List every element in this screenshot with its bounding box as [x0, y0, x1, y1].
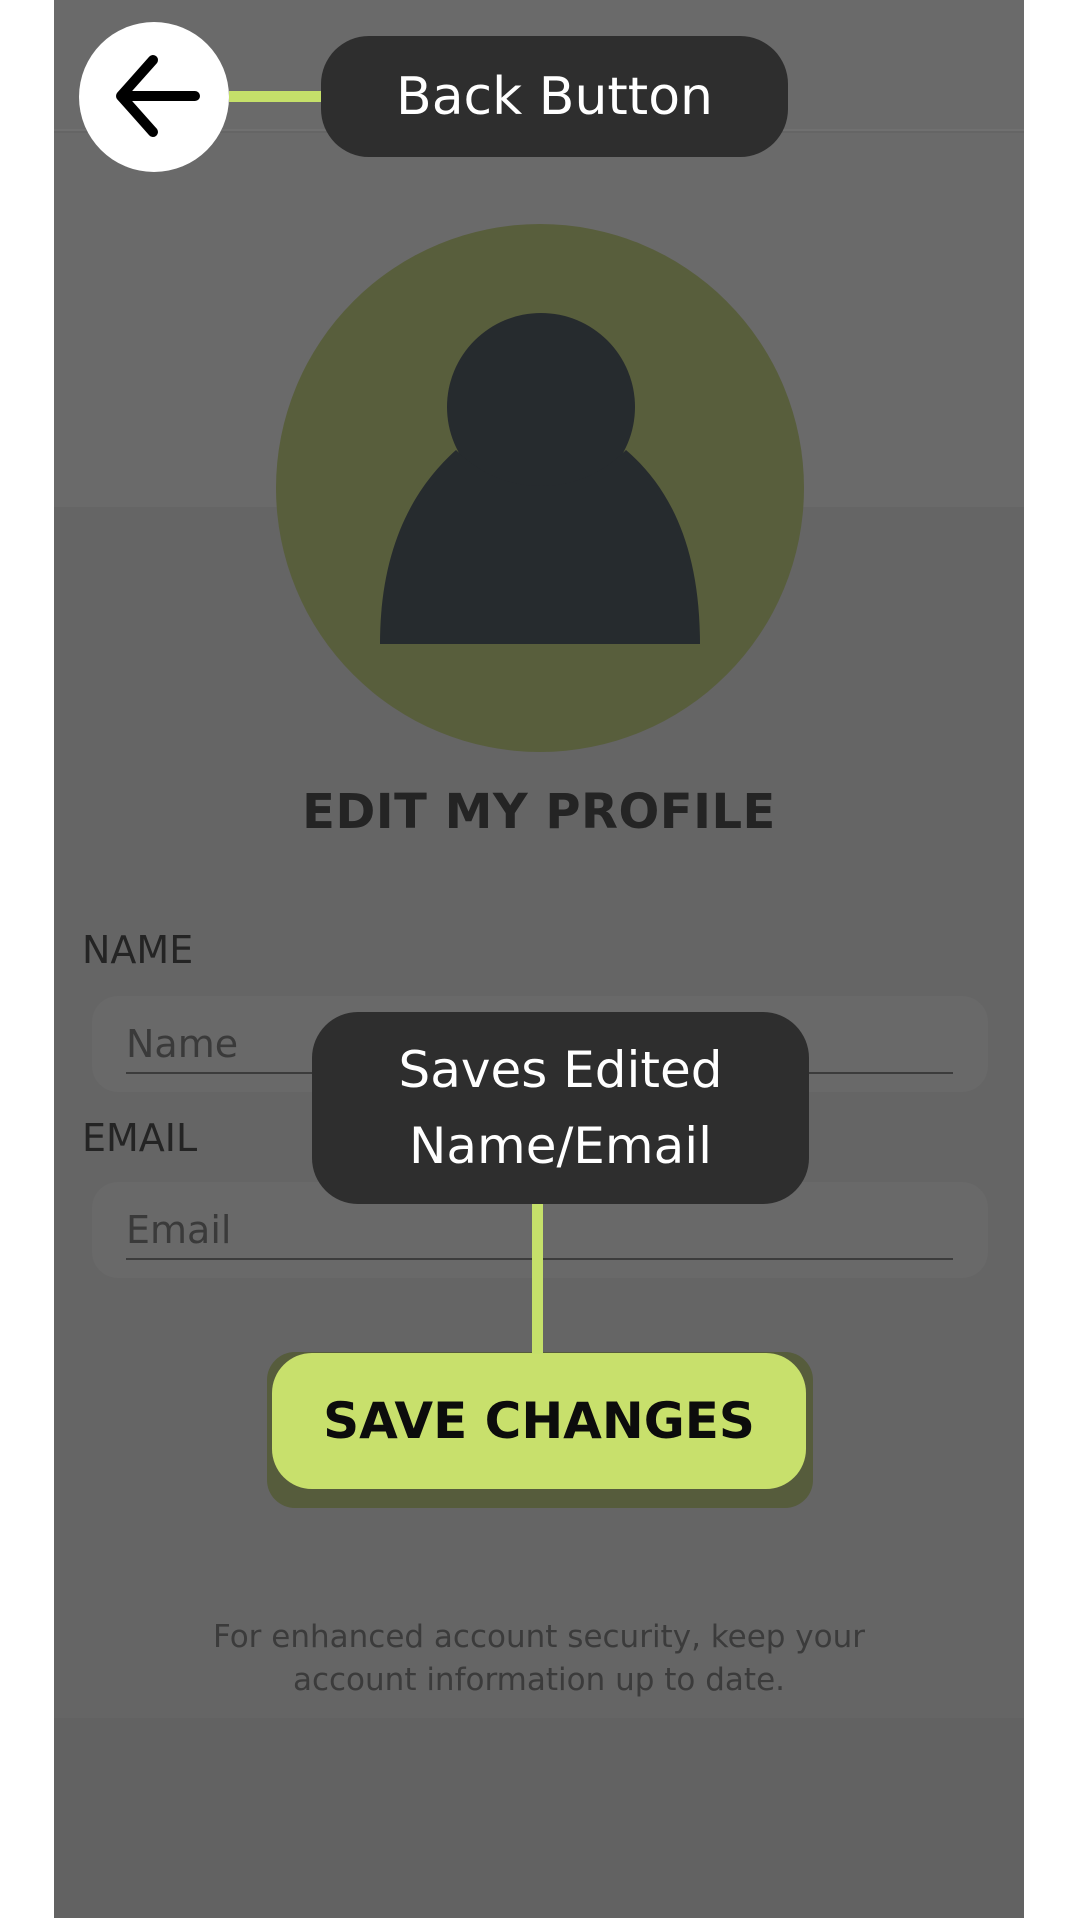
save-button-callout: Saves Edited Name/Email — [312, 1012, 809, 1204]
back-button[interactable] — [79, 22, 229, 172]
email-label: EMAIL — [82, 1116, 198, 1160]
security-note: For enhanced account security, keep your… — [212, 1619, 865, 1698]
user-silhouette-icon — [380, 313, 700, 644]
page-title: EDIT MY PROFILE — [302, 784, 776, 840]
arrow-left-icon — [116, 55, 200, 137]
back-button-callout: Back Button — [321, 36, 788, 157]
bottom-area — [54, 1718, 1024, 1918]
save-callout-connector — [532, 1204, 543, 1354]
profile-screen: EDIT MY PROFILE NAME EMAIL SAVE CHANGES … — [54, 0, 1024, 1918]
save-callout-line-2: Name/Email — [408, 1117, 713, 1175]
save-callout-line-1: Saves Edited — [398, 1041, 723, 1099]
back-callout-connector — [229, 91, 322, 102]
save-changes-button[interactable]: SAVE CHANGES — [272, 1353, 806, 1489]
avatar — [276, 224, 804, 752]
name-label: NAME — [82, 928, 194, 972]
